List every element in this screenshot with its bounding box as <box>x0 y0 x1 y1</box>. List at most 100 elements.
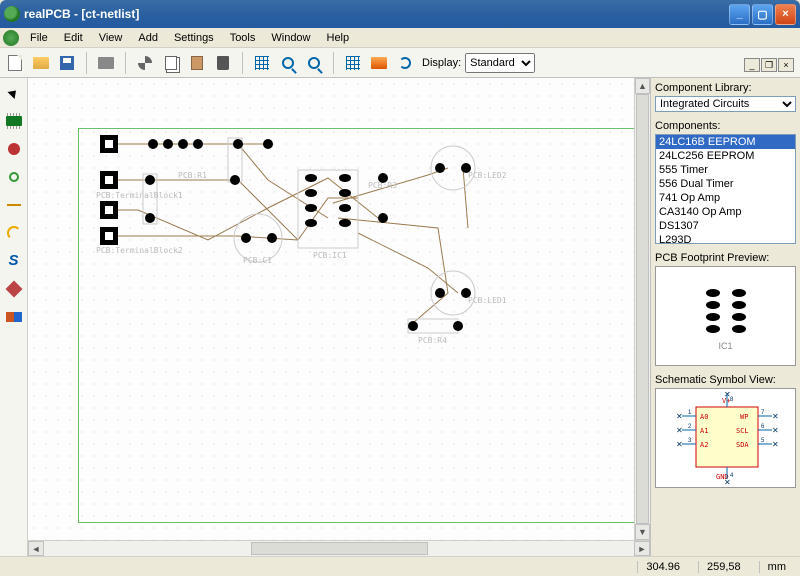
save-button[interactable] <box>56 52 78 74</box>
menu-add[interactable]: Add <box>130 30 166 46</box>
library-category-label: Component Library: <box>655 82 796 94</box>
scroll-down-button[interactable]: ▼ <box>635 524 650 540</box>
footprint-preview-label: PCB Footprint Preview: <box>655 252 796 264</box>
svg-text:SCL: SCL <box>736 427 749 435</box>
component-list-item[interactable]: 741 Op Amp <box>656 191 795 205</box>
horizontal-scrollbar[interactable]: ◄ ► <box>28 540 650 556</box>
close-button[interactable]: × <box>775 4 796 25</box>
zoom-out-button[interactable] <box>303 52 325 74</box>
mdi-app-icon[interactable] <box>3 30 19 46</box>
workspace: S <box>0 78 800 556</box>
menu-tools[interactable]: Tools <box>222 30 264 46</box>
curve-tool[interactable]: S <box>3 250 25 272</box>
select-tool[interactable] <box>3 82 25 104</box>
svg-text:5: 5 <box>761 438 765 444</box>
display-mode-select[interactable]: Standard <box>465 53 535 73</box>
arc-tool[interactable] <box>3 222 25 244</box>
svg-text:6: 6 <box>761 424 765 430</box>
cut-button[interactable] <box>134 52 156 74</box>
mask-tool[interactable] <box>3 306 25 328</box>
svg-text:✕: ✕ <box>676 426 683 435</box>
open-folder-icon <box>33 57 49 69</box>
pcb-canvas[interactable]: PCB:TerminalBlock1 PCB:TerminalBlock2 PC… <box>28 78 650 556</box>
delete-button[interactable] <box>212 52 234 74</box>
status-bar: 304.96 259,58 mm <box>0 556 800 576</box>
polygon-tool[interactable] <box>3 278 25 300</box>
mdi-close-button[interactable]: × <box>778 58 794 72</box>
scroll-left-button[interactable]: ◄ <box>28 541 44 556</box>
zoom-out-icon <box>308 57 320 69</box>
trace-icon <box>7 198 21 212</box>
via-icon <box>9 172 19 182</box>
svg-text:SDA: SDA <box>736 441 749 449</box>
scroll-thumb-v[interactable] <box>636 94 649 524</box>
schematic-symbol-view: A0 A1 A2 GND V+ WP SCL SDA 1 2 <box>655 388 796 488</box>
separator <box>242 52 243 74</box>
trash-icon <box>217 56 229 70</box>
window-title: realPCB - [ct-netlist] <box>24 7 727 21</box>
svg-text:✕: ✕ <box>724 390 731 399</box>
scroll-thumb-h[interactable] <box>251 542 428 555</box>
separator <box>125 52 126 74</box>
place-via-tool[interactable] <box>3 166 25 188</box>
place-pad-tool[interactable] <box>3 138 25 160</box>
menu-settings[interactable]: Settings <box>166 30 222 46</box>
svg-text:✕: ✕ <box>676 412 683 421</box>
component-list-item[interactable]: 556 Dual Timer <box>656 177 795 191</box>
component-list-item[interactable]: 555 Timer <box>656 163 795 177</box>
svg-text:PCB:R3: PCB:R3 <box>368 181 397 190</box>
minimize-button[interactable]: _ <box>729 4 750 25</box>
save-disk-icon <box>60 56 74 70</box>
paste-button[interactable] <box>186 52 208 74</box>
component-list-item[interactable]: L293D <box>656 233 795 244</box>
arc-icon <box>7 226 21 240</box>
display-label: Display: <box>422 57 461 69</box>
scroll-right-button[interactable]: ► <box>634 541 650 556</box>
library-category-select[interactable]: Integrated Circuits <box>655 96 796 112</box>
svg-text:PCB:LED1: PCB:LED1 <box>468 296 507 305</box>
new-button[interactable] <box>4 52 26 74</box>
component-list-item[interactable]: DS1307 <box>656 219 795 233</box>
grid-icon <box>255 56 269 70</box>
components-label: Components: <box>655 120 796 132</box>
mdi-restore-button[interactable]: ❐ <box>761 58 777 72</box>
scroll-up-button[interactable]: ▲ <box>635 78 650 94</box>
svg-text:✕: ✕ <box>772 440 779 449</box>
app-icon <box>4 6 20 22</box>
route-tool[interactable] <box>3 194 25 216</box>
place-component-tool[interactable] <box>3 110 25 132</box>
scissors-icon <box>138 56 152 70</box>
open-button[interactable] <box>30 52 52 74</box>
mdi-minimize-button[interactable]: _ <box>744 58 760 72</box>
copy-button[interactable] <box>160 52 182 74</box>
component-list-item[interactable]: 24LC256 EEPROM <box>656 149 795 163</box>
component-list-item[interactable]: 24LC16B EEPROM <box>656 135 795 149</box>
zoom-in-button[interactable] <box>277 52 299 74</box>
refresh-button[interactable] <box>394 52 416 74</box>
layers-button[interactable] <box>368 52 390 74</box>
maximize-button[interactable]: ▢ <box>752 4 773 25</box>
svg-text:PCB:TerminalBlock2: PCB:TerminalBlock2 <box>96 246 183 255</box>
svg-text:2: 2 <box>688 424 692 430</box>
svg-text:PCB:C1: PCB:C1 <box>243 256 272 265</box>
menu-edit[interactable]: Edit <box>56 30 91 46</box>
menu-view[interactable]: View <box>91 30 131 46</box>
snap-button[interactable] <box>342 52 364 74</box>
window-titlebar: realPCB - [ct-netlist] _ ▢ × <box>0 0 800 28</box>
snap-icon <box>346 56 360 70</box>
component-list-item[interactable]: CA3140 Op Amp <box>656 205 795 219</box>
svg-text:✕: ✕ <box>676 440 683 449</box>
refresh-icon <box>399 57 411 69</box>
print-button[interactable] <box>95 52 117 74</box>
svg-text:✕: ✕ <box>772 412 779 421</box>
terminal-block-2 <box>100 201 118 245</box>
mdi-controls: _ ❐ × <box>744 58 794 72</box>
component-library-panel: Component Library: Integrated Circuits C… <box>650 78 800 556</box>
menu-help[interactable]: Help <box>319 30 358 46</box>
menu-file[interactable]: File <box>22 30 56 46</box>
menu-window[interactable]: Window <box>263 30 318 46</box>
component-listbox[interactable]: 24LC16B EEPROM24LC256 EEPROM555 Timer556… <box>655 134 796 244</box>
snap-grid-button[interactable] <box>251 52 273 74</box>
vertical-scrollbar[interactable]: ▲ ▼ <box>634 78 650 540</box>
status-coord-y: 259,58 <box>698 561 749 573</box>
